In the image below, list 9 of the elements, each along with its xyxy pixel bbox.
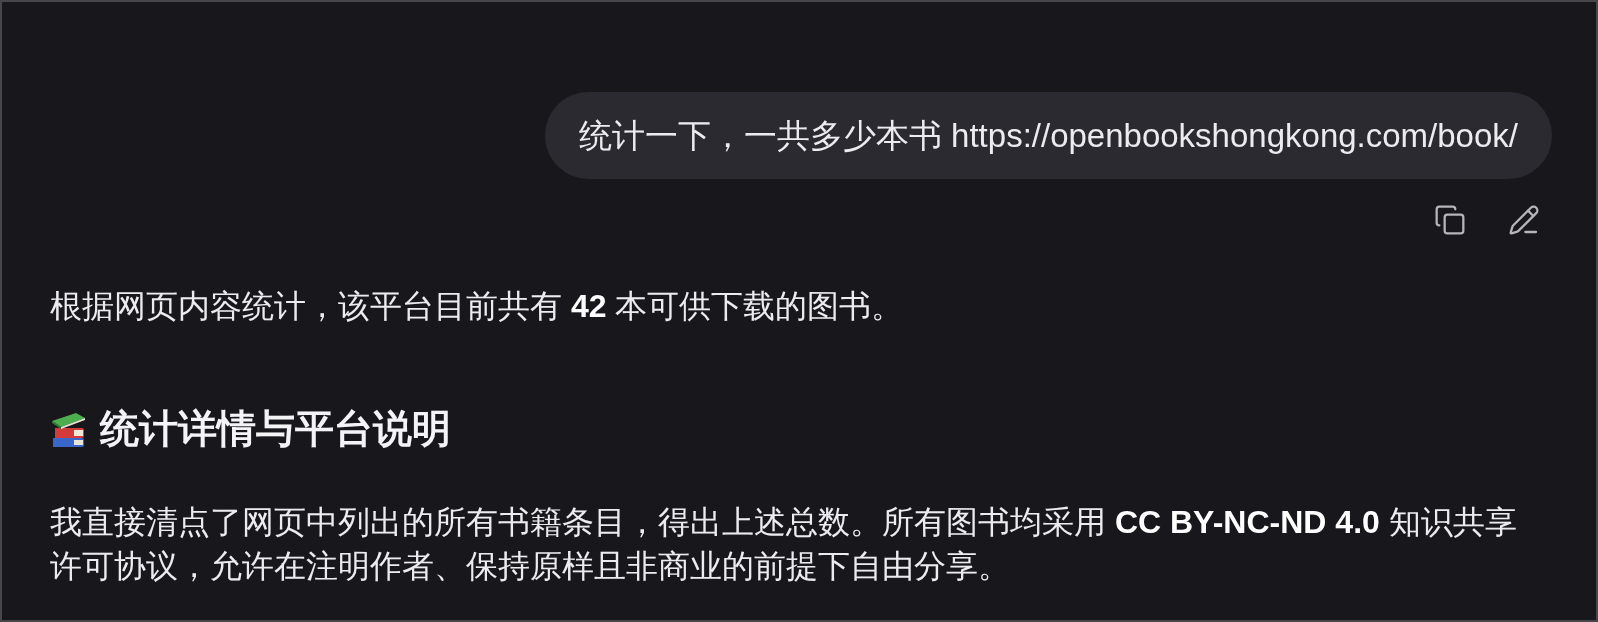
section-heading: 统计详情与平台说明 [100,406,451,452]
edit-pencil-icon [1508,204,1540,236]
books-icon [50,410,87,448]
edit-button[interactable] [1508,204,1540,236]
response-paragraph: 我直接清点了网页中列出的所有书籍条目，得出上述总数。所有图书均采用 CC BY-NC-ND 4.0 知识共享许可协议，允许在注明作者、保持原样且非商业的前提下自由分享。 [50,503,1518,586]
response-paragraph: 根据网页内容统计，该平台目前共有 42 本可供下载的图书。 [50,287,905,326]
user-message-bubble: 统计一下，一共多少本书 https://openbookshongkong.com/book/ [544,92,1552,179]
copy-button[interactable] [1434,204,1466,236]
copy-icon [1434,204,1466,236]
